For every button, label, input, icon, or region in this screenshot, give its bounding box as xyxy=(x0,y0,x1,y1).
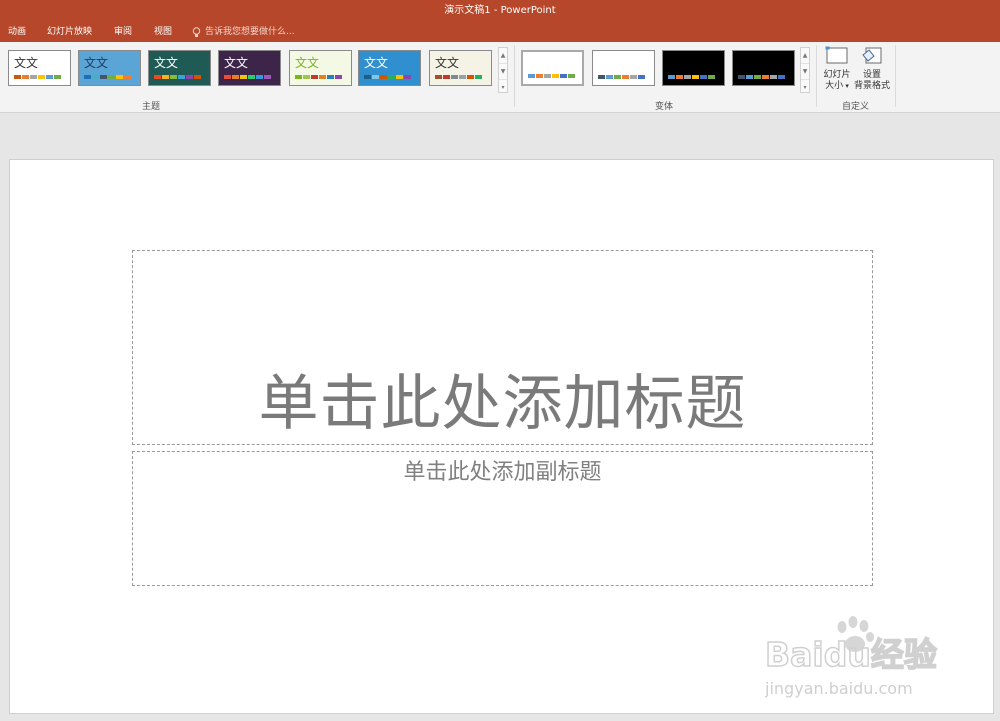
scroll-down-icon[interactable]: ▼ xyxy=(499,64,507,80)
theme-color-swatches xyxy=(364,75,411,79)
slide-size-icon xyxy=(825,46,848,64)
theme-thumbnail[interactable]: 文文 xyxy=(78,50,141,86)
theme-color-swatches xyxy=(14,75,61,79)
theme-thumbnail[interactable]: 文文 xyxy=(218,50,281,86)
slide-size-button[interactable]: 幻灯片 大小 ▾ xyxy=(821,46,853,92)
format-background-label-1: 设置 xyxy=(862,70,881,80)
format-background-icon xyxy=(862,47,882,64)
title-bar: 演示文稿1 - PowerPoint xyxy=(0,0,1000,22)
slide-size-label-2: 大小 xyxy=(825,81,844,91)
theme-thumbnail[interactable]: 文文 xyxy=(148,50,211,86)
tell-me-placeholder: 告诉我您想要做什么... xyxy=(205,27,295,37)
variant-group-label: 变体 xyxy=(655,102,674,112)
format-background-label-2: 背景格式 xyxy=(853,81,890,91)
theme-color-swatches xyxy=(435,75,482,79)
theme-sample-text: 文文 xyxy=(154,56,179,70)
theme-sample-text: 文文 xyxy=(295,56,320,70)
theme-color-swatches xyxy=(154,75,201,79)
theme-thumbnail[interactable]: 文文 xyxy=(8,50,71,86)
design-ribbon: 文文 文文 文文 文文 文文 文文 文文 ▲ ▼ ▾ 主题 ▲ ▼ ▾ 变体 幻灯片 大小 … xyxy=(0,42,1000,113)
theme-sample-text: 文文 xyxy=(364,56,389,70)
ribbon-tabs: 动画 幻灯片放映 审阅 视图 告诉我您想要做什么... xyxy=(0,22,1000,42)
scroll-up-icon[interactable]: ▲ xyxy=(801,48,809,64)
variant-color-swatches xyxy=(528,74,575,78)
tab-slideshow[interactable]: 幻灯片放映 xyxy=(47,22,92,42)
group-divider xyxy=(514,45,515,107)
variant-color-swatches xyxy=(598,75,645,79)
customize-group-label: 自定义 xyxy=(842,102,870,112)
lightbulb-icon xyxy=(192,26,201,37)
theme-thumbnail[interactable]: 文文 xyxy=(358,50,421,86)
theme-color-swatches xyxy=(295,75,342,79)
variant-thumbnail[interactable] xyxy=(592,50,655,86)
scroll-down-icon[interactable]: ▼ xyxy=(801,64,809,80)
variant-color-swatches xyxy=(668,75,715,79)
group-divider xyxy=(895,45,896,107)
theme-sample-text: 文文 xyxy=(84,56,109,70)
theme-sample-text: 文文 xyxy=(14,56,39,70)
format-background-button[interactable]: 设置 背景格式 xyxy=(853,46,891,92)
watermark-brand: Baidu经验 xyxy=(765,635,937,674)
theme-sample-text: 文文 xyxy=(435,56,460,70)
title-placeholder[interactable]: 单击此处添加标题 xyxy=(132,250,873,445)
theme-color-swatches xyxy=(224,75,271,79)
variant-gallery-scroller[interactable]: ▲ ▼ ▾ xyxy=(800,47,810,93)
subtitle-placeholder-text: 单击此处添加副标题 xyxy=(403,460,602,485)
scroll-up-icon[interactable]: ▲ xyxy=(499,48,507,64)
theme-gallery-scroller[interactable]: ▲ ▼ ▾ xyxy=(498,47,508,93)
group-divider xyxy=(816,45,817,107)
variant-thumbnail[interactable] xyxy=(662,50,725,86)
watermark-url: jingyan.baidu.com xyxy=(765,679,913,698)
tab-animations[interactable]: 动画 xyxy=(8,22,26,42)
title-placeholder-text: 单击此处添加标题 xyxy=(258,369,747,439)
tab-view[interactable]: 视图 xyxy=(154,22,172,42)
window-title: 演示文稿1 - PowerPoint xyxy=(444,5,556,16)
tab-review[interactable]: 审阅 xyxy=(114,22,132,42)
theme-thumbnail[interactable]: 文文 xyxy=(429,50,492,86)
dropdown-arrow-icon: ▾ xyxy=(843,82,849,90)
variant-color-swatches xyxy=(738,75,785,79)
theme-group-label: 主题 xyxy=(142,102,161,112)
tell-me-box[interactable]: 告诉我您想要做什么... xyxy=(192,22,295,42)
subtitle-placeholder[interactable]: 单击此处添加副标题 xyxy=(132,451,873,586)
gallery-more-icon[interactable]: ▾ xyxy=(499,80,507,95)
gallery-more-icon[interactable]: ▾ xyxy=(801,80,809,95)
variant-thumbnail[interactable] xyxy=(521,50,584,86)
theme-color-swatches xyxy=(84,75,131,79)
theme-sample-text: 文文 xyxy=(224,56,249,70)
theme-thumbnail[interactable]: 文文 xyxy=(289,50,352,86)
baidu-jingyan-watermark: Baidu经验 jingyan.baidu.com xyxy=(764,612,945,707)
slide-size-label-1: 幻灯片 xyxy=(823,70,851,80)
variant-thumbnail[interactable] xyxy=(732,50,795,86)
